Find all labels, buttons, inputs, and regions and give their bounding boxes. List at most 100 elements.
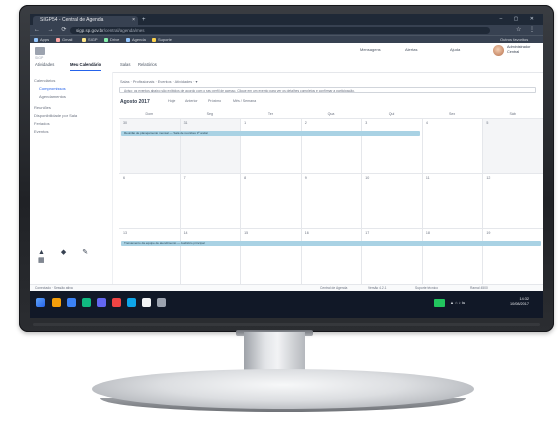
taskbar-app-icon[interactable]: [112, 298, 121, 307]
today-button[interactable]: Hoje: [168, 99, 175, 103]
header-link-alerts[interactable]: Alertas: [405, 47, 417, 52]
tab-atividades[interactable]: Atividades: [35, 62, 54, 67]
browser-nav-buttons[interactable]: ← → ⟳: [34, 26, 69, 34]
user-info[interactable]: Administrador Central: [507, 45, 530, 55]
calendar-cell-outside: [180, 119, 241, 173]
calendar-panel: Salas · Profissionais · Eventos · Ativid…: [113, 72, 543, 284]
bookmark-item[interactable]: Apps: [34, 36, 49, 43]
calendar-grid: Dom Seg Ter Qua Qui Sex Sáb 30 31 1 2 3 4 5 6 7 8 9 10 11 12…: [119, 110, 543, 284]
taskbar-app-icon[interactable]: [97, 298, 106, 307]
view-switch-button[interactable]: Mês / Semana: [233, 99, 256, 103]
day-number[interactable]: 18: [426, 231, 430, 235]
bookmarks-bar: Apps Gmail SIGP Drive Agenda Suporte Out…: [30, 35, 543, 43]
calendar-filters[interactable]: Salas · Profissionais · Eventos · Ativid…: [120, 79, 197, 84]
browser-tab-bar: SIGP54 - Central de Agenda × + – ▢ ✕: [30, 14, 543, 25]
url-host: sigp.sp.gov.br: [76, 27, 104, 33]
weekday-header: Dom: [119, 110, 180, 119]
tab-salas[interactable]: Salas: [120, 62, 130, 67]
bookmark-item[interactable]: SIGP: [82, 36, 98, 43]
taskbar-app-icon[interactable]: [82, 298, 91, 307]
bookmark-item[interactable]: Gmail: [56, 36, 72, 43]
day-number[interactable]: 7: [184, 176, 186, 180]
grid-line: [482, 118, 484, 284]
status-item[interactable]: Suporte técnico: [415, 286, 438, 290]
day-number[interactable]: 5: [486, 121, 488, 125]
app-header: SIGP Mensagens Alertas Ajuda Administrad…: [30, 43, 543, 73]
sidebar-item-agendamentos[interactable]: Agendamentos: [39, 94, 66, 99]
taskbar-app-icon[interactable]: [52, 298, 61, 307]
day-number[interactable]: 3: [365, 121, 367, 125]
sidebar: Calendários Compromissos Agendamentos Re…: [30, 72, 113, 284]
browser-tab[interactable]: SIGP54 - Central de Agenda ×: [33, 16, 138, 25]
day-number[interactable]: 6: [123, 176, 125, 180]
grid-line: [179, 118, 181, 284]
day-number[interactable]: 11: [426, 176, 430, 180]
day-number[interactable]: 30: [123, 121, 127, 125]
url-field[interactable]: sigp.sp.gov.br/central/agenda/mes: [70, 26, 490, 34]
day-number[interactable]: 2: [305, 121, 307, 125]
windows-start-icon[interactable]: [36, 298, 45, 307]
bookmark-item[interactable]: Agenda: [126, 36, 146, 43]
browser-menu-buttons[interactable]: ☆ ⋮: [516, 26, 538, 34]
taskbar-app-icon[interactable]: [67, 298, 76, 307]
taskbar-app-icon[interactable]: [157, 298, 166, 307]
other-bookmarks[interactable]: Outros favoritos: [500, 36, 528, 43]
day-number[interactable]: 14: [184, 231, 188, 235]
bookmark-item[interactable]: Suporte: [152, 36, 172, 43]
bookmark-icon: [34, 37, 38, 42]
day-number[interactable]: 16: [305, 231, 309, 235]
system-tray[interactable]: ▲ ⌂ ♪ ⇋: [450, 300, 465, 305]
taskbar-app-icon[interactable]: [142, 298, 151, 307]
day-number[interactable]: 4: [426, 121, 428, 125]
url-path: /central/agenda/mes: [103, 27, 145, 33]
tab-relatorios[interactable]: Relatórios: [138, 62, 157, 67]
header-link-messages[interactable]: Mensagens: [360, 47, 381, 52]
tab-meu-calendario[interactable]: Meu Calendário: [70, 62, 102, 71]
taskbar-clock[interactable]: 14:32 10/08/2017: [510, 297, 529, 307]
day-number[interactable]: 13: [123, 231, 127, 235]
day-number[interactable]: 10: [365, 176, 369, 180]
sidebar-item-disponibilidade[interactable]: Disponibilidade por Sala: [34, 113, 77, 118]
avatar[interactable]: [493, 45, 504, 56]
sidebar-item-compromissos[interactable]: Compromissos: [39, 86, 66, 91]
bookmark-icon: [152, 37, 156, 42]
window-controls[interactable]: – ▢ ✕: [500, 16, 539, 22]
day-number[interactable]: 1: [244, 121, 246, 125]
sidebar-item-eventos[interactable]: Eventos: [34, 129, 48, 134]
monitor-base: [92, 369, 474, 409]
monitor-screen: SIGP54 - Central de Agenda × + – ▢ ✕ ← →…: [30, 14, 543, 318]
day-number[interactable]: 9: [305, 176, 307, 180]
close-icon[interactable]: ×: [132, 16, 135, 25]
next-button[interactable]: Próximo: [208, 99, 221, 103]
prev-button[interactable]: Anterior: [185, 99, 198, 103]
day-number[interactable]: 12: [486, 176, 490, 180]
day-number[interactable]: 17: [365, 231, 369, 235]
monitor-chin: [33, 323, 540, 326]
weekday-header: Qui: [361, 110, 422, 119]
day-number[interactable]: 31: [184, 121, 188, 125]
grid-line: [300, 118, 302, 284]
day-number[interactable]: 19: [486, 231, 490, 235]
taskbar-app-icon[interactable]: [127, 298, 136, 307]
monitor-stand-neck: [244, 332, 305, 372]
sidebar-item-calendarios[interactable]: Calendários: [34, 78, 55, 83]
header-link-help[interactable]: Ajuda: [450, 47, 460, 52]
calendar-event[interactable]: Reunião de planejamento mensal — Sala de…: [121, 131, 420, 136]
app-logo: [35, 47, 45, 55]
sidebar-item-feriados[interactable]: Feriados: [34, 121, 50, 126]
new-tab-button[interactable]: +: [142, 16, 146, 25]
app-nav: Atividades Meu Calendário Salas Relatóri…: [30, 58, 543, 71]
grid-line: [421, 118, 423, 284]
calendar-event[interactable]: Treinamento da equipe de atendimento — A…: [121, 241, 541, 246]
tray-app-icon[interactable]: [434, 299, 445, 307]
clock-date: 10/08/2017: [510, 302, 530, 306]
grid-line: [119, 228, 543, 229]
bookmark-item[interactable]: Drive: [104, 36, 119, 43]
status-item: Ramal 4500: [470, 286, 488, 290]
browser-address-bar: ← → ⟳ sigp.sp.gov.br/central/agenda/mes …: [30, 25, 543, 35]
day-number[interactable]: 15: [244, 231, 248, 235]
grid-line: [240, 118, 242, 284]
day-number[interactable]: 8: [244, 176, 246, 180]
sidebar-toolbar[interactable]: ▲ ◆ ✎ ▦: [38, 248, 112, 264]
sidebar-item-reunioes[interactable]: Reuniões: [34, 105, 51, 110]
